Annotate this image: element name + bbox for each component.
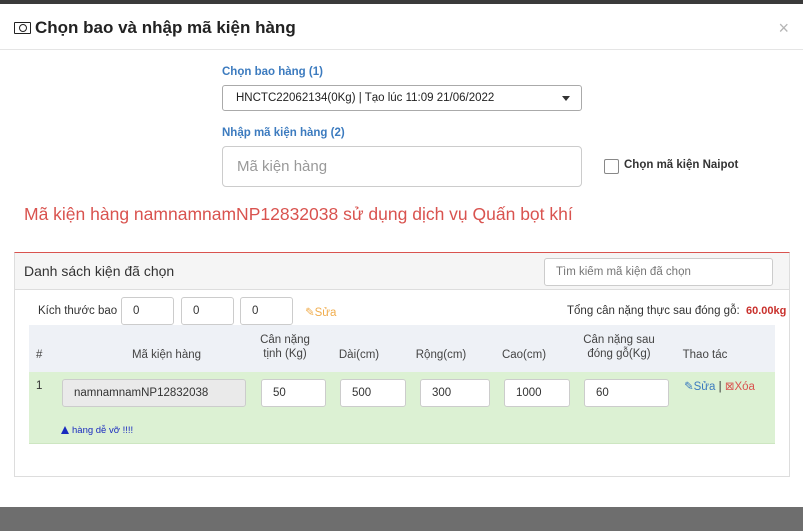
- bag-size-edit-button[interactable]: ✎Sửa: [305, 305, 336, 319]
- row-delete-label: Xóa: [734, 381, 755, 393]
- code-input-label: Nhập mã kiện hàng (2): [222, 127, 345, 139]
- naipot-checkbox[interactable]: [604, 159, 619, 174]
- table-header: # Mã kiện hàng Cân nặng tịnh (Kg) Dài(cm…: [29, 325, 775, 372]
- bag-size-width-input[interactable]: 0: [181, 297, 234, 325]
- col-header-net-weight: Cân nặng tịnh (Kg): [260, 334, 310, 360]
- row-width-input[interactable]: 300: [420, 379, 490, 407]
- row-packed-weight-input[interactable]: 60: [584, 379, 669, 407]
- row-edit-label: Sửa: [693, 381, 716, 393]
- bag-select-value: HNCTC22062134(0Kg) | Tạo lúc 11:09 21/06…: [236, 92, 495, 104]
- naipot-checkbox-label[interactable]: Chọn mã kiện Naipot: [624, 159, 738, 171]
- chevron-down-icon: [562, 96, 570, 101]
- col-header-num: #: [36, 349, 43, 361]
- row-net-weight-input[interactable]: 50: [261, 379, 326, 407]
- bag-select-label: Chọn bao hàng (1): [222, 66, 323, 78]
- row-actions: ✎Sửa | ⊠Xóa: [684, 379, 755, 393]
- table-row: 1 namnamnamNP12832038 50 500 300 1000 60…: [29, 372, 775, 444]
- bag-size-length-input[interactable]: 0: [121, 297, 174, 325]
- row-height-input[interactable]: 1000: [504, 379, 570, 407]
- action-separator: |: [718, 381, 722, 393]
- total-weight-label: Tổng cân nặng thực sau đóng gỗ:: [567, 305, 740, 317]
- row-delete-button[interactable]: ⊠Xóa: [725, 381, 755, 393]
- bottom-backdrop-bar: [0, 507, 803, 531]
- bag-select[interactable]: HNCTC22062134(0Kg) | Tạo lúc 11:09 21/06…: [222, 85, 582, 111]
- selected-packages-panel: Danh sách kiện đã chọn Kích thước bao 0 …: [14, 252, 790, 477]
- col-header-height: Cao(cm): [501, 349, 547, 361]
- col-header-packed-weight: Cân nặng sau đóng gỗ(Kg): [583, 334, 655, 360]
- package-code-input[interactable]: [222, 146, 582, 187]
- delete-icon: ⊠: [724, 381, 735, 393]
- row-edit-button[interactable]: ✎Sửa: [684, 381, 715, 393]
- row-package-code: namnamnamNP12832038: [62, 379, 246, 407]
- col-header-length: Dài(cm): [338, 349, 380, 361]
- col-header-code: Mã kiện hàng: [131, 349, 202, 361]
- service-notice: Mã kiện hàng namnamnamNP12832038 sử dụng…: [24, 204, 573, 224]
- close-button[interactable]: ×: [778, 18, 789, 39]
- col-header-width: Rộng(cm): [415, 349, 467, 361]
- fragile-warning-text: hàng dễ vỡ !!!!: [72, 425, 134, 436]
- modal-title-text: Chọn bao và nhập mã kiện hàng: [35, 18, 296, 37]
- modal-title: Chọn bao và nhập mã kiện hàng: [14, 18, 296, 38]
- modal-header: Chọn bao và nhập mã kiện hàng ×: [0, 4, 803, 50]
- bag-size-label: Kích thước bao: [38, 305, 118, 317]
- edit-icon: ✎: [305, 307, 315, 319]
- total-weight-value: 60.00kg: [746, 305, 787, 317]
- selected-search-input[interactable]: [544, 258, 773, 286]
- money-icon: [14, 22, 31, 34]
- warning-icon: [61, 426, 69, 434]
- bag-size-edit-label: Sửa: [314, 307, 337, 319]
- bag-size-height-input[interactable]: 0: [240, 297, 293, 325]
- row-length-input[interactable]: 500: [340, 379, 406, 407]
- fragile-warning: hàng dễ vỡ !!!!: [61, 425, 133, 436]
- col-header-actions: Thao tác: [682, 349, 728, 361]
- panel-title: Danh sách kiện đã chọn: [24, 263, 175, 279]
- panel-header: Danh sách kiện đã chọn: [15, 253, 789, 290]
- row-number: 1: [36, 380, 43, 392]
- edit-icon: ✎: [684, 381, 694, 393]
